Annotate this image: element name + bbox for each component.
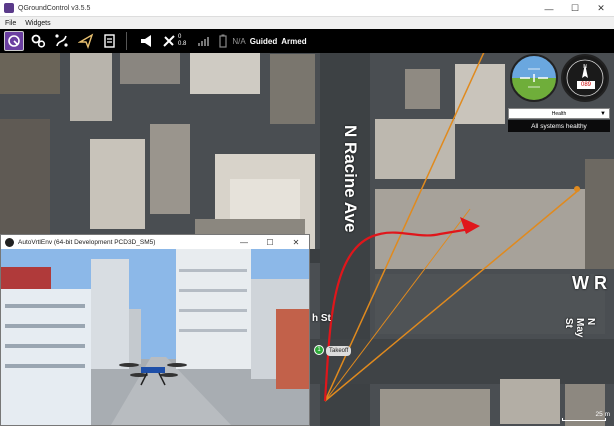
rc-rssi-button[interactable] [194,31,214,51]
sim-close-button[interactable]: ✕ [283,235,309,249]
qgc-window: QGroundControl v3.5.5 — ☐ ✕ File Widgets [0,0,614,426]
compass-heading: 089 [577,81,595,89]
battery-button[interactable] [218,31,228,51]
health-status: All systems healthy [508,120,610,132]
menu-bar: File Widgets [0,17,614,29]
rc-signal-icon [198,37,210,46]
paper-plane-icon [78,33,94,49]
title-bar: QGroundControl v3.5.5 — ☐ ✕ [0,0,614,17]
qgc-app-icon [4,3,14,13]
qgc-logo-icon [8,35,20,47]
street-label-racine: N Racine Ave [341,125,360,233]
gears-icon [31,34,46,48]
compass-indicator[interactable]: N 089 [561,54,609,102]
simulator-title-bar: AutoVrtlEnv (64-bit Development PCD3D_SM… [1,235,309,249]
menu-widgets[interactable]: Widgets [25,20,50,27]
window-controls: — ☐ ✕ [536,0,614,17]
simulator-scene [1,249,309,425]
map-scale-bar [562,418,606,421]
gps-hdop: 0.8 [178,41,187,47]
street-label-west: W R [572,273,607,293]
plan-path-icon [55,34,68,47]
menu-file[interactable]: File [5,20,16,27]
street-label-partial: h St [312,313,331,324]
fly-view-button[interactable] [76,31,96,51]
svg-text:N: N [583,64,587,70]
gps-readout: 0 0.8 [177,34,186,48]
chevron-down-icon: ▼ [600,110,606,117]
map-scale-label: 25 m [595,411,610,418]
satellite-icon [163,35,175,47]
close-button[interactable]: ✕ [588,0,614,17]
arm-state[interactable]: Armed [281,37,306,46]
battery-icon [219,34,227,48]
street-label-may: N May St [563,318,596,338]
flight-mode[interactable]: Guided [250,37,278,46]
takeoff-waypoint-marker[interactable]: 1 [314,345,324,355]
battery-value: N/A [232,36,246,46]
minimize-button[interactable]: — [536,0,562,17]
unreal-icon [5,237,14,247]
vehicle-setup-button[interactable] [28,31,48,51]
takeoff-label: Takeoff [326,346,352,356]
messages-button[interactable] [137,31,157,51]
attitude-crosshair-icon [520,68,548,88]
analyze-button[interactable] [100,31,120,51]
sim-minimize-button[interactable]: — [231,235,257,249]
simulator-window[interactable]: AutoVrtlEnv (64-bit Development PCD3D_SM… [0,234,310,426]
plan-view-button[interactable] [52,31,72,51]
sim-maximize-button[interactable]: ☐ [257,235,283,249]
toolbar-divider [126,32,127,50]
main-toolbar: 0 0.8 N/A Guided Armed [0,29,614,53]
compass-rose-icon: N [566,59,604,97]
health-select[interactable]: Health ▼ [508,108,610,119]
maximize-button[interactable]: ☐ [562,0,588,17]
simulator-title: AutoVrtlEnv (64-bit Development PCD3D_SM… [18,238,156,246]
document-analyze-icon [104,34,115,48]
simulator-window-controls: — ☐ ✕ [231,235,309,249]
attitude-indicator[interactable] [510,54,558,102]
gps-count: 0 [178,34,182,40]
qgc-home-button[interactable] [4,31,24,51]
window-title: QGroundControl v3.5.5 [18,4,91,12]
megaphone-icon [141,35,151,47]
gps-status-button[interactable] [161,31,177,51]
simulator-viewport[interactable] [1,249,309,425]
health-select-value: Health [551,110,567,117]
